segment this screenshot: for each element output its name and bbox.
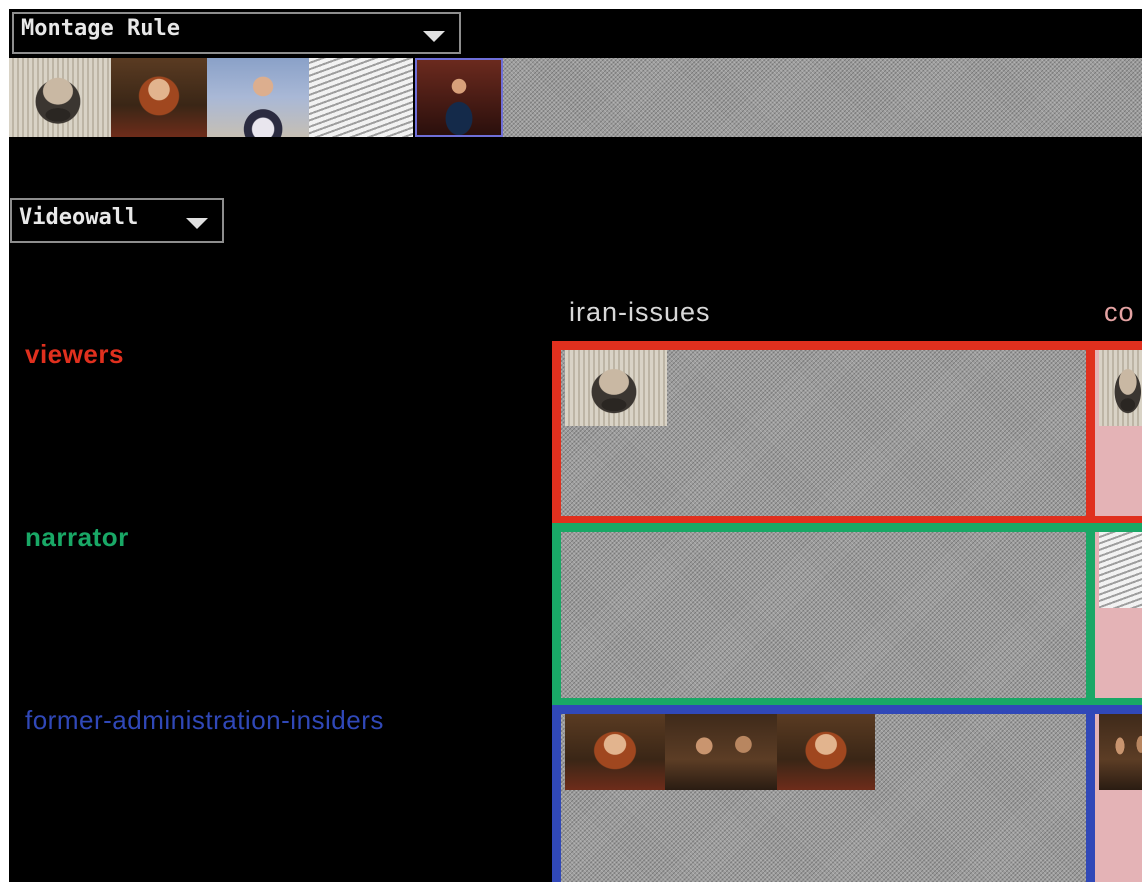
- cell-clip-thumbnail[interactable]: [1099, 350, 1142, 426]
- clip-thumbnail-man-suit[interactable]: [207, 58, 309, 137]
- cell-insiders-iran-issues[interactable]: [552, 705, 1095, 882]
- montage-rule-label: Montage Rule: [21, 16, 180, 41]
- cell-viewers-iran-issues[interactable]: [552, 341, 1095, 525]
- cell-narrator-iran-issues[interactable]: [552, 523, 1095, 707]
- videowall-label: Videowall: [19, 205, 139, 230]
- chevron-down-icon: [423, 31, 445, 42]
- cell-clip-thumbnail[interactable]: [565, 714, 665, 790]
- clip-thumbnail-woman[interactable]: [111, 58, 207, 137]
- column-header-iran-issues: iran-issues: [569, 297, 711, 327]
- clip-strip-empty-area: [503, 58, 1142, 137]
- videowall-dropdown[interactable]: Videowall: [10, 198, 224, 243]
- cell-clip-thumbnail[interactable]: [1099, 532, 1142, 608]
- column-header-co: co: [1104, 297, 1135, 327]
- row-label-former-administration-insiders: former-administration-insiders: [25, 705, 384, 735]
- cell-narrator-co[interactable]: [1086, 523, 1142, 707]
- videowall-screen: Montage Rule Videowall iran-issues co vi…: [9, 9, 1142, 882]
- cell-viewers-co[interactable]: [1086, 341, 1142, 525]
- row-label-narrator: narrator: [25, 522, 129, 552]
- clip-thumbnail-anchor-selected[interactable]: [415, 58, 503, 137]
- chevron-down-icon: [186, 218, 208, 229]
- cell-insiders-co[interactable]: [1086, 705, 1142, 882]
- clip-thumbnail-newspaper[interactable]: [309, 58, 413, 137]
- cell-clip-thumbnail[interactable]: [565, 350, 667, 426]
- clip-thumbnail-man-newspaper[interactable]: [9, 58, 111, 137]
- cell-clip-thumbnail[interactable]: [777, 714, 875, 790]
- cell-clip-thumbnail[interactable]: [1099, 714, 1142, 790]
- montage-rule-dropdown[interactable]: Montage Rule: [12, 12, 461, 54]
- cell-clip-thumbnail[interactable]: [665, 714, 777, 790]
- row-label-viewers: viewers: [25, 339, 124, 369]
